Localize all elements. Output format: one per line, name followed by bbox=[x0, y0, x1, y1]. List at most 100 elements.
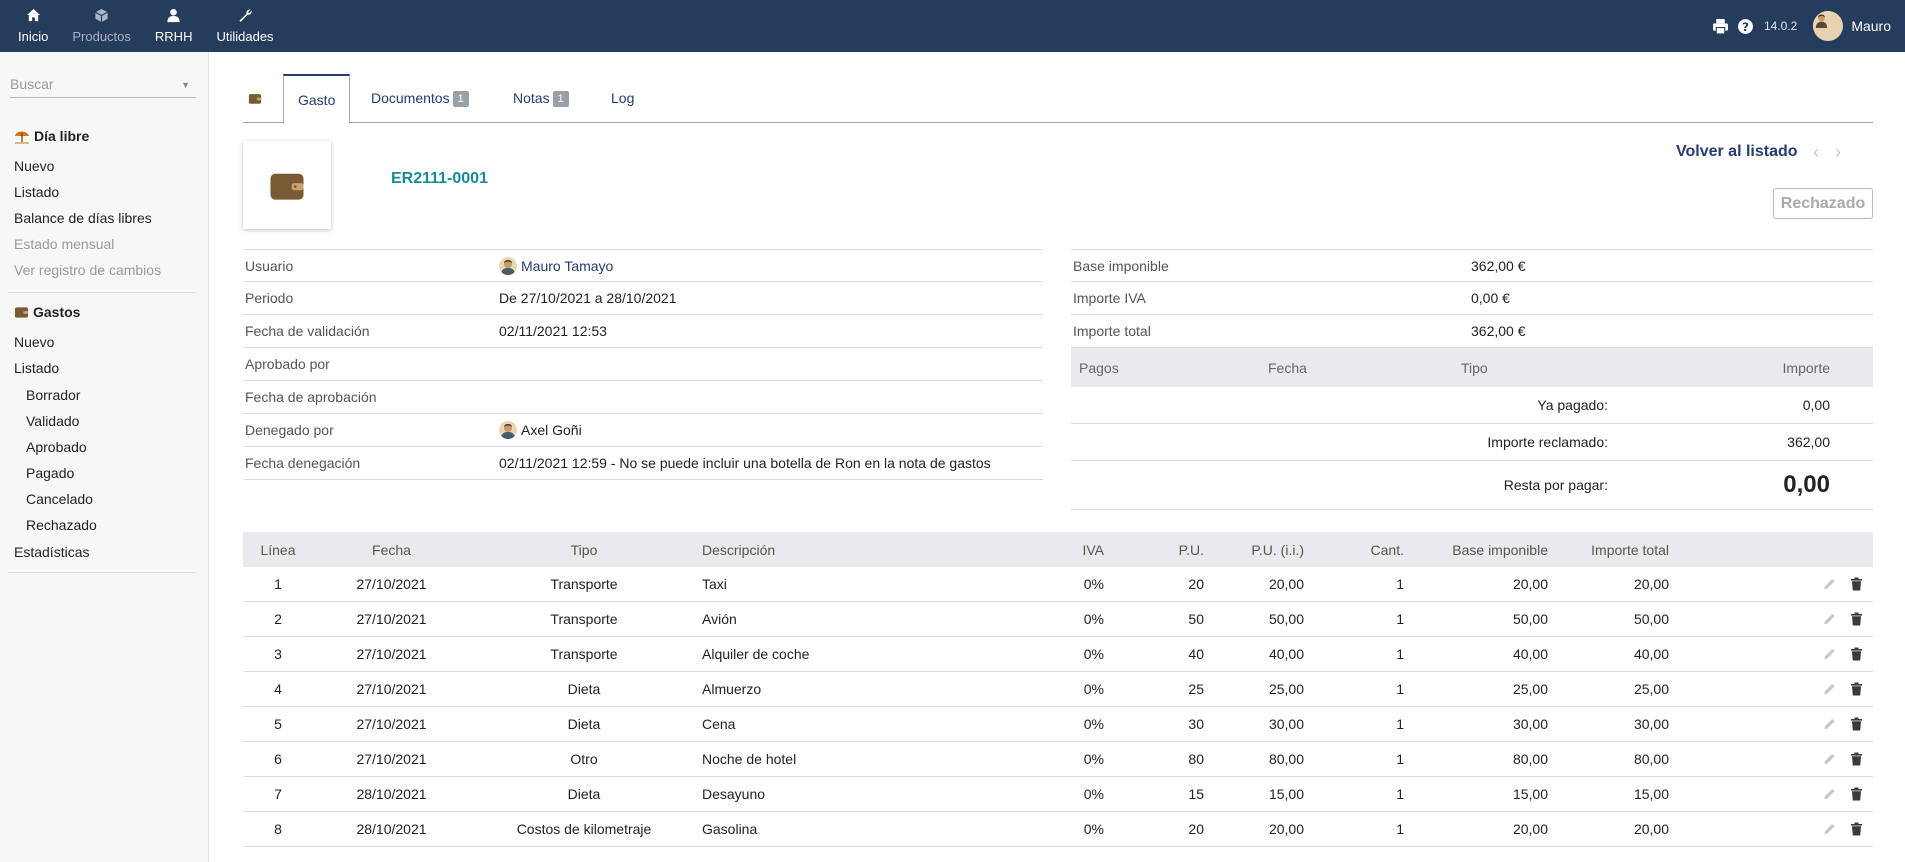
sidebar-gastos-rechazado[interactable]: Rechazado bbox=[26, 517, 97, 533]
col-descripcion: Descripción bbox=[702, 541, 776, 558]
search-input[interactable]: Buscar ▼ bbox=[10, 76, 196, 98]
info-label: Usuario bbox=[245, 257, 294, 274]
section-gastos-title: Gastos bbox=[33, 304, 81, 320]
delete-trash-icon[interactable] bbox=[1850, 787, 1863, 801]
info-value: 0,00 € bbox=[1471, 290, 1510, 306]
delete-trash-icon[interactable] bbox=[1850, 647, 1863, 661]
user-name[interactable]: Mauro bbox=[1851, 18, 1891, 34]
version-label: 14.0.2 bbox=[1763, 19, 1798, 33]
cell-iva: 0% bbox=[1083, 646, 1104, 662]
cell-cant: 1 bbox=[1396, 821, 1404, 837]
home-icon bbox=[18, 8, 48, 26]
sidebar-gastos-pagado[interactable]: Pagado bbox=[26, 465, 74, 481]
col-cant: Cant. bbox=[1370, 541, 1404, 558]
user-avatar[interactable] bbox=[1813, 11, 1844, 41]
help-icon[interactable]: ? bbox=[1737, 18, 1754, 35]
sidebar-divider bbox=[8, 572, 196, 573]
row-actions bbox=[1669, 612, 1873, 626]
col-pu: P.U. bbox=[1178, 541, 1204, 558]
sidebar-divider bbox=[8, 292, 196, 293]
delete-trash-icon[interactable] bbox=[1850, 682, 1863, 696]
delete-trash-icon[interactable] bbox=[1850, 612, 1863, 626]
tab-gasto[interactable]: Gasto bbox=[283, 74, 351, 124]
delete-trash-icon[interactable] bbox=[1850, 717, 1863, 731]
info-label: Fecha de validación bbox=[245, 323, 370, 339]
paid-value: 0,00 bbox=[1802, 397, 1830, 413]
expense-lines-table: Línea Fecha Tipo Descripción IVA P.U. P.… bbox=[243, 532, 1873, 847]
section-dia-libre[interactable]: Día libre bbox=[14, 128, 89, 144]
edit-pencil-icon[interactable] bbox=[1823, 752, 1836, 766]
back-to-list-link[interactable]: Volver al listado bbox=[1676, 143, 1798, 161]
nav-rrhh-label: RRHH bbox=[154, 29, 193, 44]
info-right-table: Base imponible 362,00 € Importe IVA 0,00… bbox=[1071, 249, 1873, 510]
sidebar-estadisticas[interactable]: Estadísticas bbox=[14, 544, 89, 560]
tab-log[interactable]: Log bbox=[611, 74, 634, 123]
col-linea: Línea bbox=[260, 541, 296, 558]
cell-pu-ii: 20,00 bbox=[1268, 576, 1304, 592]
delete-trash-icon[interactable] bbox=[1850, 822, 1863, 836]
cell-total: 25,00 bbox=[1633, 681, 1669, 697]
sidebar-gastos-validado[interactable]: Validado bbox=[26, 413, 79, 429]
record-ref: ER2111-0001 bbox=[391, 170, 488, 187]
sidebar-dia-nuevo[interactable]: Nuevo bbox=[14, 158, 54, 174]
cell-tipo: Transporte bbox=[550, 646, 618, 662]
row-actions bbox=[1669, 822, 1873, 836]
cell-linea: 1 bbox=[274, 576, 282, 592]
cell-fecha: 28/10/2021 bbox=[356, 821, 427, 837]
user-link[interactable]: Mauro Tamayo bbox=[521, 258, 613, 274]
section-gastos[interactable]: Gastos bbox=[14, 304, 80, 320]
cell-descripcion: Cena bbox=[702, 716, 736, 732]
edit-pencil-icon[interactable] bbox=[1823, 822, 1836, 836]
cell-pu: 20 bbox=[1188, 821, 1204, 837]
edit-pencil-icon[interactable] bbox=[1823, 717, 1836, 731]
cell-pu-ii: 80,00 bbox=[1268, 751, 1304, 767]
info-label: Aprobado por bbox=[245, 356, 330, 372]
sidebar-gastos-aprobado[interactable]: Aprobado bbox=[26, 439, 87, 455]
cell-descripcion: Gasolina bbox=[702, 821, 758, 837]
paid-label: Ya pagado: bbox=[1537, 397, 1608, 413]
top-nav: Inicio Productos RRHH Utilidades bbox=[6, 0, 286, 52]
delete-trash-icon[interactable] bbox=[1850, 752, 1863, 766]
notas-count-badge: 1 bbox=[552, 91, 569, 107]
sidebar-dia-listado[interactable]: Listado bbox=[14, 184, 59, 200]
cell-total: 80,00 bbox=[1633, 751, 1669, 767]
wallet-icon bbox=[248, 94, 262, 104]
tab-notas[interactable]: Notas 1 bbox=[513, 74, 569, 123]
sidebar-gastos-nuevo[interactable]: Nuevo bbox=[14, 334, 54, 350]
chevron-right-icon[interactable]: › bbox=[1835, 142, 1841, 163]
info-label: Fecha denegación bbox=[245, 455, 361, 471]
edit-pencil-icon[interactable] bbox=[1823, 612, 1836, 626]
cell-pu-ii: 15,00 bbox=[1268, 786, 1304, 802]
nav-inicio[interactable]: Inicio bbox=[6, 0, 60, 52]
edit-pencil-icon[interactable] bbox=[1823, 787, 1836, 801]
chevron-left-icon[interactable]: ‹ bbox=[1813, 142, 1819, 163]
cell-iva: 0% bbox=[1083, 821, 1104, 837]
table-row: 4 27/10/2021 Dieta Almuerzo 0% 25 25,00 1 25,00 2… bbox=[243, 672, 1873, 707]
sidebar-gastos-cancelado[interactable]: Cancelado bbox=[26, 491, 93, 507]
nav-rrhh[interactable]: RRHH bbox=[143, 0, 205, 52]
search-placeholder: Buscar bbox=[10, 76, 54, 92]
sidebar-dia-balance[interactable]: Balance de días libres bbox=[14, 210, 152, 226]
cell-total: 30,00 bbox=[1633, 716, 1669, 732]
tab-documentos[interactable]: Documentos 1 bbox=[371, 74, 469, 123]
info-value: 02/11/2021 12:53 bbox=[499, 323, 607, 339]
tab-log-label: Log bbox=[611, 90, 635, 106]
edit-pencil-icon[interactable] bbox=[1823, 647, 1836, 661]
cell-linea: 8 bbox=[274, 821, 282, 837]
delete-trash-icon[interactable] bbox=[1850, 577, 1863, 591]
record-tabs: Gasto Documentos 1 Notas 1 Log bbox=[243, 74, 1873, 124]
sidebar-gastos-listado[interactable]: Listado bbox=[14, 360, 59, 376]
print-icon[interactable] bbox=[1712, 18, 1729, 35]
table-row: 6 27/10/2021 Otro Noche de hotel 0% 80 80,00 1 8… bbox=[243, 742, 1873, 777]
nav-utilidades[interactable]: Utilidades bbox=[204, 0, 285, 52]
record-thumbnail bbox=[243, 141, 331, 229]
nav-productos[interactable]: Productos bbox=[60, 0, 143, 52]
info-row-fecha-aprobacion: Fecha de aprobación bbox=[243, 381, 1043, 414]
col-pu-ii: P.U. (i.i.) bbox=[1251, 541, 1304, 558]
sidebar-gastos-borrador[interactable]: Borrador bbox=[26, 387, 80, 403]
cell-descripcion: Taxi bbox=[702, 576, 727, 592]
tab-card[interactable] bbox=[248, 74, 262, 123]
edit-pencil-icon[interactable] bbox=[1823, 577, 1836, 591]
edit-pencil-icon[interactable] bbox=[1823, 682, 1836, 696]
cell-tipo: Dieta bbox=[567, 716, 601, 732]
